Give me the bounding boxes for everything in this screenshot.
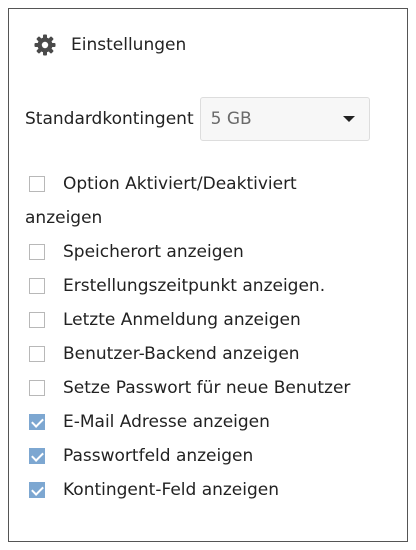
checkbox-set-password-new-users[interactable] <box>29 380 45 396</box>
option-label: Passwortfeld anzeigen <box>63 446 254 466</box>
checkbox-show-email[interactable] <box>29 414 45 430</box>
option-label-continuation: anzeigen <box>25 208 103 228</box>
option-show-password-field[interactable]: Passwortfeld anzeigen <box>25 439 399 473</box>
checkbox-show-enabled[interactable] <box>29 176 45 192</box>
option-show-last-login[interactable]: Letzte Anmeldung anzeigen <box>25 303 399 337</box>
checkbox-show-quota-field[interactable] <box>29 482 45 498</box>
default-quota-label: Standardkontingent <box>25 109 194 129</box>
checkbox-show-user-backend[interactable] <box>29 346 45 362</box>
option-label: Letzte Anmeldung anzeigen <box>63 310 301 330</box>
option-show-enabled[interactable]: Option Aktiviert/Deaktiviert anzeigen <box>25 167 399 235</box>
checkbox-show-storage-location[interactable] <box>29 244 45 260</box>
option-label: Setze Passwort für neue Benutzer <box>63 378 351 398</box>
checkbox-show-creation-time[interactable] <box>29 278 45 294</box>
checkbox-show-last-login[interactable] <box>29 312 45 328</box>
option-show-email[interactable]: E-Mail Adresse anzeigen <box>25 405 399 439</box>
option-show-user-backend[interactable]: Benutzer-Backend anzeigen <box>25 337 399 371</box>
settings-header[interactable]: Einstellungen <box>33 29 186 61</box>
option-label: Erstellungszeitpunkt anzeigen. <box>63 276 326 296</box>
option-show-creation-time[interactable]: Erstellungszeitpunkt anzeigen. <box>25 269 399 303</box>
option-label: Option Aktiviert/Deaktiviert <box>63 174 297 194</box>
checkbox-show-password-field[interactable] <box>29 448 45 464</box>
default-quota-select[interactable]: 5 GB <box>199 97 370 141</box>
option-set-password-new-users[interactable]: Setze Passwort für neue Benutzer <box>25 371 399 405</box>
settings-panel: Einstellungen Standardkontingent 5 GB Op… <box>8 8 408 542</box>
default-quota-value: 5 GB <box>210 109 252 129</box>
settings-options-list: Option Aktiviert/Deaktiviert anzeigen Sp… <box>25 167 399 507</box>
option-show-quota-field[interactable]: Kontingent-Feld anzeigen <box>25 473 399 507</box>
option-label: Speicherort anzeigen <box>63 242 244 262</box>
option-label: Kontingent-Feld anzeigen <box>63 480 280 500</box>
option-label: Benutzer-Backend anzeigen <box>63 344 300 364</box>
option-show-storage-location[interactable]: Speicherort anzeigen <box>25 235 399 269</box>
settings-title: Einstellungen <box>71 35 187 55</box>
option-label: E-Mail Adresse anzeigen <box>63 412 270 432</box>
gear-icon <box>33 33 57 57</box>
default-quota-row: Standardkontingent 5 GB <box>25 97 370 141</box>
caret-down-icon <box>342 116 355 122</box>
